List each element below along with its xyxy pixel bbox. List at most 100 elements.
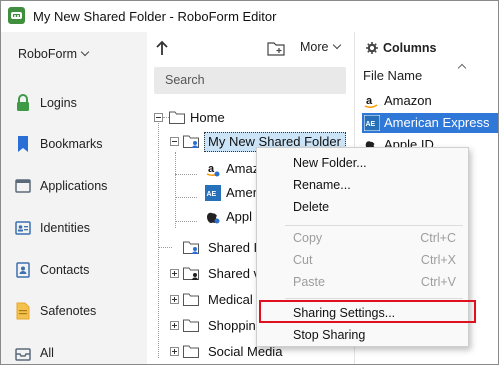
menu-item-shortcut: Ctrl+X [420, 253, 456, 267]
sidebar-item-logins[interactable]: Logins [1, 90, 147, 116]
note-icon [16, 302, 30, 320]
tree-item-label: Amaz [226, 161, 260, 176]
contact-card-icon [16, 262, 30, 278]
folder-icon [169, 111, 185, 124]
menu-item-new-folder[interactable]: New Folder... [257, 152, 468, 174]
tree-item-label: Medical [208, 292, 253, 307]
apple-login-icon [207, 212, 220, 224]
lock-icon [17, 94, 29, 111]
more-menu-button[interactable]: More [300, 40, 342, 54]
menu-item-stop-sharing[interactable]: Stop Sharing [257, 324, 468, 346]
file-row-american-express[interactable]: AE American Express [362, 113, 498, 133]
expand-toggle[interactable] [170, 347, 179, 356]
menu-separator [285, 225, 463, 226]
sidebar-item-label: Bookmarks [40, 137, 103, 151]
menu-item-label: Cut [293, 253, 313, 267]
menu-item-label: Stop Sharing [293, 328, 366, 342]
folder-icon [183, 319, 199, 332]
menu-item-label: Delete [293, 200, 330, 214]
title-bar: My New Shared Folder - RoboForm Editor [1, 1, 498, 32]
shared-folder-icon [183, 241, 199, 254]
file-name: American Express [384, 115, 490, 130]
sidebar-item-label: All [40, 346, 54, 360]
search-input[interactable]: Search [154, 67, 346, 94]
tree-item-shared-2[interactable]: Shared v [168, 264, 261, 284]
tree-item-label: Shoppin [208, 318, 256, 333]
roboform-menu-button[interactable]: RoboForm [18, 47, 90, 61]
amazon-login-icon: a [206, 163, 220, 177]
sidebar-item-identities[interactable]: Identities [1, 215, 147, 241]
file-name-column-header[interactable]: File Name [363, 68, 422, 83]
tree-connector [175, 174, 197, 175]
american-express-icon: AE [364, 115, 380, 131]
bookmark-icon [18, 136, 28, 152]
sidebar-item-label: Identities [40, 221, 91, 235]
menu-item-delete[interactable]: Delete [257, 196, 468, 218]
menu-item-shortcut: Ctrl+V [420, 275, 456, 289]
sidebar-item-contacts[interactable]: Contacts [1, 257, 147, 283]
window-title: My New Shared Folder - RoboForm Editor [33, 9, 277, 24]
shared-folder-icon [183, 135, 199, 148]
search-placeholder: Search [165, 73, 205, 87]
expand-toggle[interactable] [170, 269, 179, 278]
menu-separator [285, 298, 463, 299]
roboform-menu-label: RoboForm [18, 47, 78, 61]
tree-item-label: Amer [226, 185, 258, 200]
tree-item-label: Shared v [208, 266, 261, 281]
collapse-toggle[interactable] [154, 113, 163, 122]
application-window-icon [15, 179, 31, 193]
roboform-editor-window: My New Shared Folder - RoboForm Editor R… [0, 0, 499, 365]
arrow-up-icon[interactable] [155, 40, 169, 56]
file-row-amazon[interactable]: a Amazon [362, 91, 492, 111]
sort-ascending-icon [457, 63, 467, 73]
tree-item-amazon[interactable]: a Amaz [198, 159, 260, 179]
menu-item-label: Paste [293, 275, 325, 289]
tree-item-american-express[interactable]: AE Amer [198, 183, 258, 203]
tree-item-medical[interactable]: Medical [168, 290, 258, 310]
more-label: More [300, 40, 329, 54]
menu-item-copy[interactable]: Copy Ctrl+C [257, 227, 468, 249]
menu-item-label: New Folder... [293, 156, 367, 170]
american-express-login-icon: AE [205, 185, 221, 201]
menu-item-label: Copy [293, 231, 323, 245]
sidebar-item-safenotes[interactable]: Safenotes [1, 298, 147, 324]
menu-item-rename[interactable]: Rename... [257, 174, 468, 196]
file-name: Amazon [384, 93, 432, 108]
columns-button[interactable]: Columns [366, 41, 436, 55]
sidebar: RoboForm Logins Bookmarks Applications I… [1, 32, 147, 364]
svg-text:a: a [208, 163, 215, 175]
expand-toggle[interactable] [170, 321, 179, 330]
tree-item-label: Home [190, 110, 225, 125]
chevron-down-icon [333, 40, 342, 50]
tree-connector [175, 221, 197, 222]
gear-icon [366, 42, 378, 54]
sidebar-item-bookmarks[interactable]: Bookmarks [1, 131, 147, 157]
svg-text:AE: AE [207, 191, 217, 198]
id-card-icon [15, 221, 31, 235]
tree-item-label: Shared I [208, 240, 258, 255]
sidebar-item-label: Safenotes [40, 304, 97, 318]
inbox-tray-icon [15, 348, 31, 361]
menu-item-cut[interactable]: Cut Ctrl+X [257, 249, 468, 271]
menu-item-label: Rename... [293, 178, 351, 192]
svg-text:a: a [366, 95, 373, 107]
tree-item-home[interactable]: Home [152, 108, 352, 128]
menu-item-paste[interactable]: Paste Ctrl+V [257, 271, 468, 293]
sidebar-item-label: Contacts [40, 263, 90, 277]
sidebar-item-applications[interactable]: Applications [1, 173, 147, 199]
expand-toggle[interactable] [170, 295, 179, 304]
tree-connector [158, 123, 159, 358]
chevron-down-icon [80, 47, 90, 57]
sidebar-item-all[interactable]: All [1, 340, 147, 364]
tree-item-shopping[interactable]: Shoppin [168, 316, 258, 336]
sidebar-item-label: Applications [40, 179, 108, 193]
roboform-logo-icon [8, 7, 25, 24]
shared-folder-icon [183, 267, 199, 280]
tree-item-shared-1[interactable]: Shared I [158, 238, 258, 258]
menu-item-shortcut: Ctrl+C [420, 231, 456, 245]
amazon-icon: a [364, 95, 378, 108]
collapse-toggle[interactable] [170, 137, 179, 146]
tree-item-apple-id[interactable]: Appl [198, 207, 258, 227]
tree-connector [175, 197, 197, 198]
new-folder-icon[interactable] [267, 40, 287, 56]
